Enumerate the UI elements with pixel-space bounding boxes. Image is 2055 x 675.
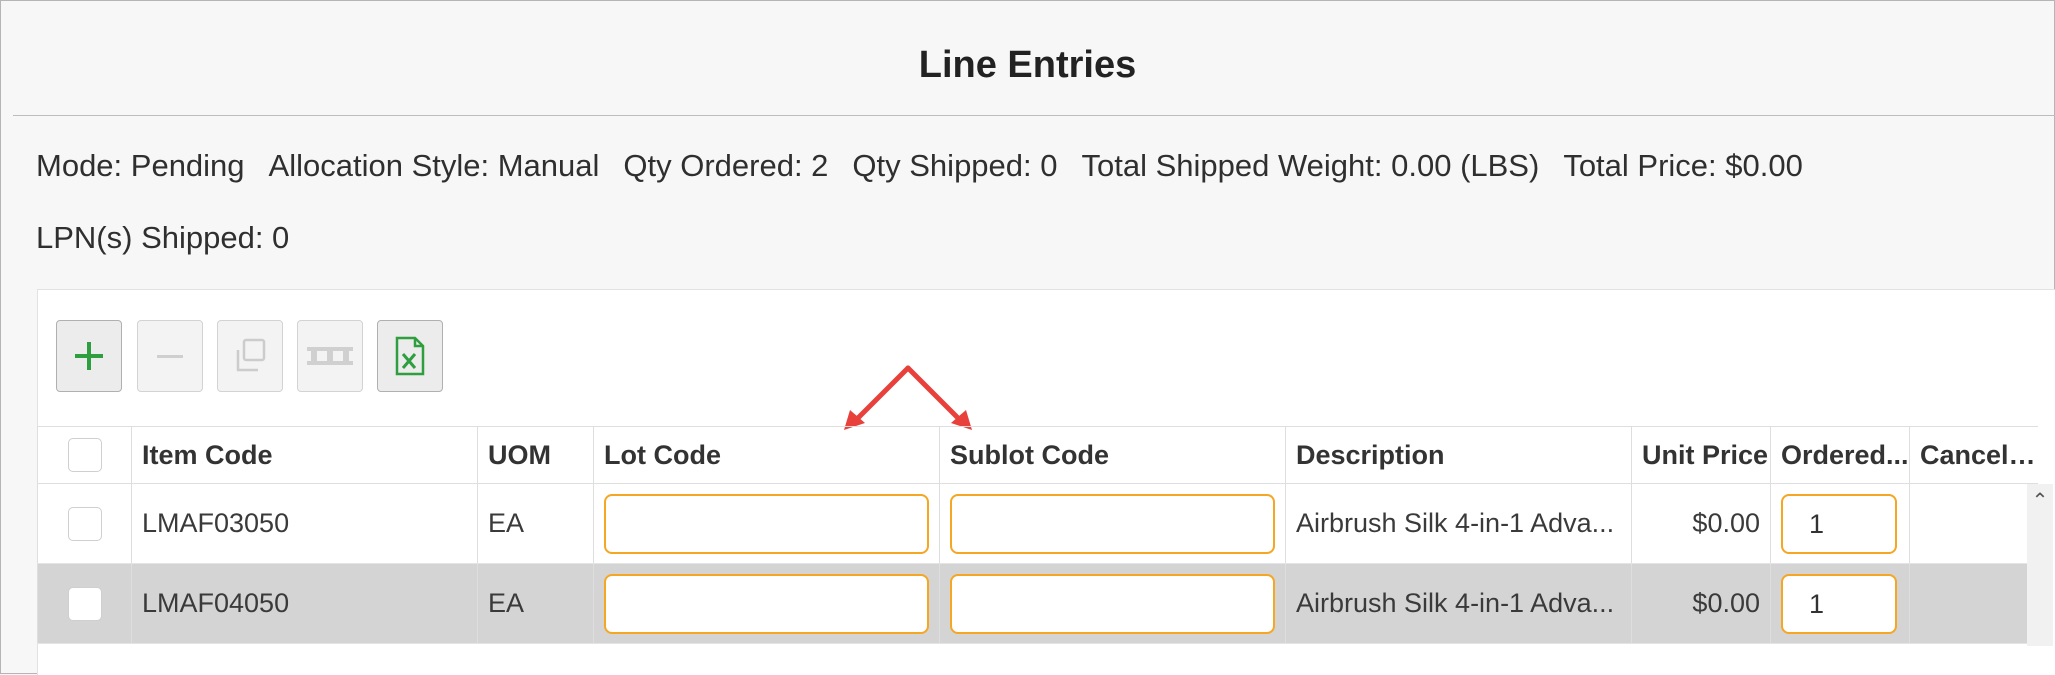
column-header-uom[interactable]: UOM — [477, 426, 594, 484]
chevron-up-icon[interactable]: ⌃ — [2027, 488, 2053, 513]
column-header-description[interactable]: Description — [1285, 426, 1632, 484]
plus-icon — [75, 342, 103, 370]
ordered-cell: 1 — [1770, 563, 1910, 644]
row-select-cell — [37, 563, 132, 644]
ordered-qty-input[interactable]: 1 — [1781, 493, 1897, 554]
select-all-checkbox[interactable] — [67, 438, 102, 472]
remove-line-button[interactable] — [137, 320, 203, 392]
table-row[interactable]: LMAF04050 EA Airbrush Silk 4-in-1 Adva..… — [37, 563, 2038, 644]
mode-text: Mode: Pending — [36, 148, 245, 183]
pallet-button[interactable] — [297, 320, 363, 392]
uom-cell: EA — [477, 483, 594, 564]
row-checkbox[interactable] — [67, 586, 102, 621]
line-entries-grid: Item Code UOM Lot Code Sublot Code Descr… — [37, 426, 2038, 644]
lot-code-input[interactable] — [604, 493, 929, 554]
description-cell: Airbrush Silk 4-in-1 Adva... — [1285, 563, 1632, 644]
minus-icon — [157, 355, 183, 358]
sublot-code-input[interactable] — [950, 493, 1275, 554]
sublot-code-cell — [939, 563, 1286, 644]
total-shipped-weight-text: Total Shipped Weight: 0.00 (LBS) — [1081, 148, 1540, 183]
unit-price-cell: $0.00 — [1631, 563, 1771, 644]
qty-shipped-text: Qty Shipped: 0 — [852, 148, 1058, 183]
total-price-text: Total Price: $0.00 — [1563, 148, 1803, 183]
copy-line-button[interactable] — [217, 320, 283, 392]
title-divider — [13, 115, 2055, 116]
excel-icon — [395, 336, 425, 376]
grid-header-row: Item Code UOM Lot Code Sublot Code Descr… — [37, 426, 2038, 484]
select-all-cell — [37, 426, 132, 484]
sublot-code-input[interactable] — [950, 573, 1275, 634]
lot-code-input[interactable] — [604, 573, 929, 634]
description-cell: Airbrush Silk 4-in-1 Adva... — [1285, 483, 1632, 564]
lot-code-cell — [593, 483, 940, 564]
column-header-unit-price[interactable]: Unit Price — [1631, 426, 1771, 484]
sublot-code-cell — [939, 483, 1286, 564]
column-header-item-code[interactable]: Item Code — [131, 426, 478, 484]
cancel-cell — [1909, 483, 2038, 564]
item-code-cell: LMAF04050 — [131, 563, 478, 644]
ordered-qty-input[interactable]: 1 — [1781, 573, 1897, 634]
summary-bar: Mode: Pending Allocation Style: Manual Qty… — [36, 150, 1827, 181]
column-header-lot-code[interactable]: Lot Code — [593, 426, 940, 484]
lot-code-cell — [593, 563, 940, 644]
uom-cell: EA — [477, 563, 594, 644]
pallet-icon — [307, 347, 353, 365]
copy-icon — [236, 338, 266, 372]
qty-ordered-text: Qty Ordered: 2 — [623, 148, 829, 183]
allocation-style-text: Allocation Style: Manual — [268, 148, 600, 183]
ordered-cell: 1 — [1770, 483, 1910, 564]
lpn-shipped-text: LPN(s) Shipped: 0 — [36, 220, 290, 255]
cancel-cell — [1909, 563, 2038, 644]
page-title: Line Entries — [918, 44, 1137, 86]
annotation-arrows — [844, 365, 972, 430]
export-excel-button[interactable] — [377, 320, 443, 392]
unit-price-cell: $0.00 — [1631, 483, 1771, 564]
row-checkbox[interactable] — [67, 506, 102, 541]
row-select-cell — [37, 483, 132, 564]
add-line-button[interactable] — [56, 320, 122, 392]
column-header-ordered[interactable]: Ordered... — [1770, 426, 1910, 484]
vertical-scrollbar[interactable]: ⌃ — [2027, 484, 2053, 646]
column-header-cancel[interactable]: Cancel ... — [1909, 426, 2038, 484]
item-code-cell: LMAF03050 — [131, 483, 478, 564]
column-header-sublot-code[interactable]: Sublot Code — [939, 426, 1286, 484]
table-row[interactable]: LMAF03050 EA Airbrush Silk 4-in-1 Adva..… — [37, 483, 2038, 564]
